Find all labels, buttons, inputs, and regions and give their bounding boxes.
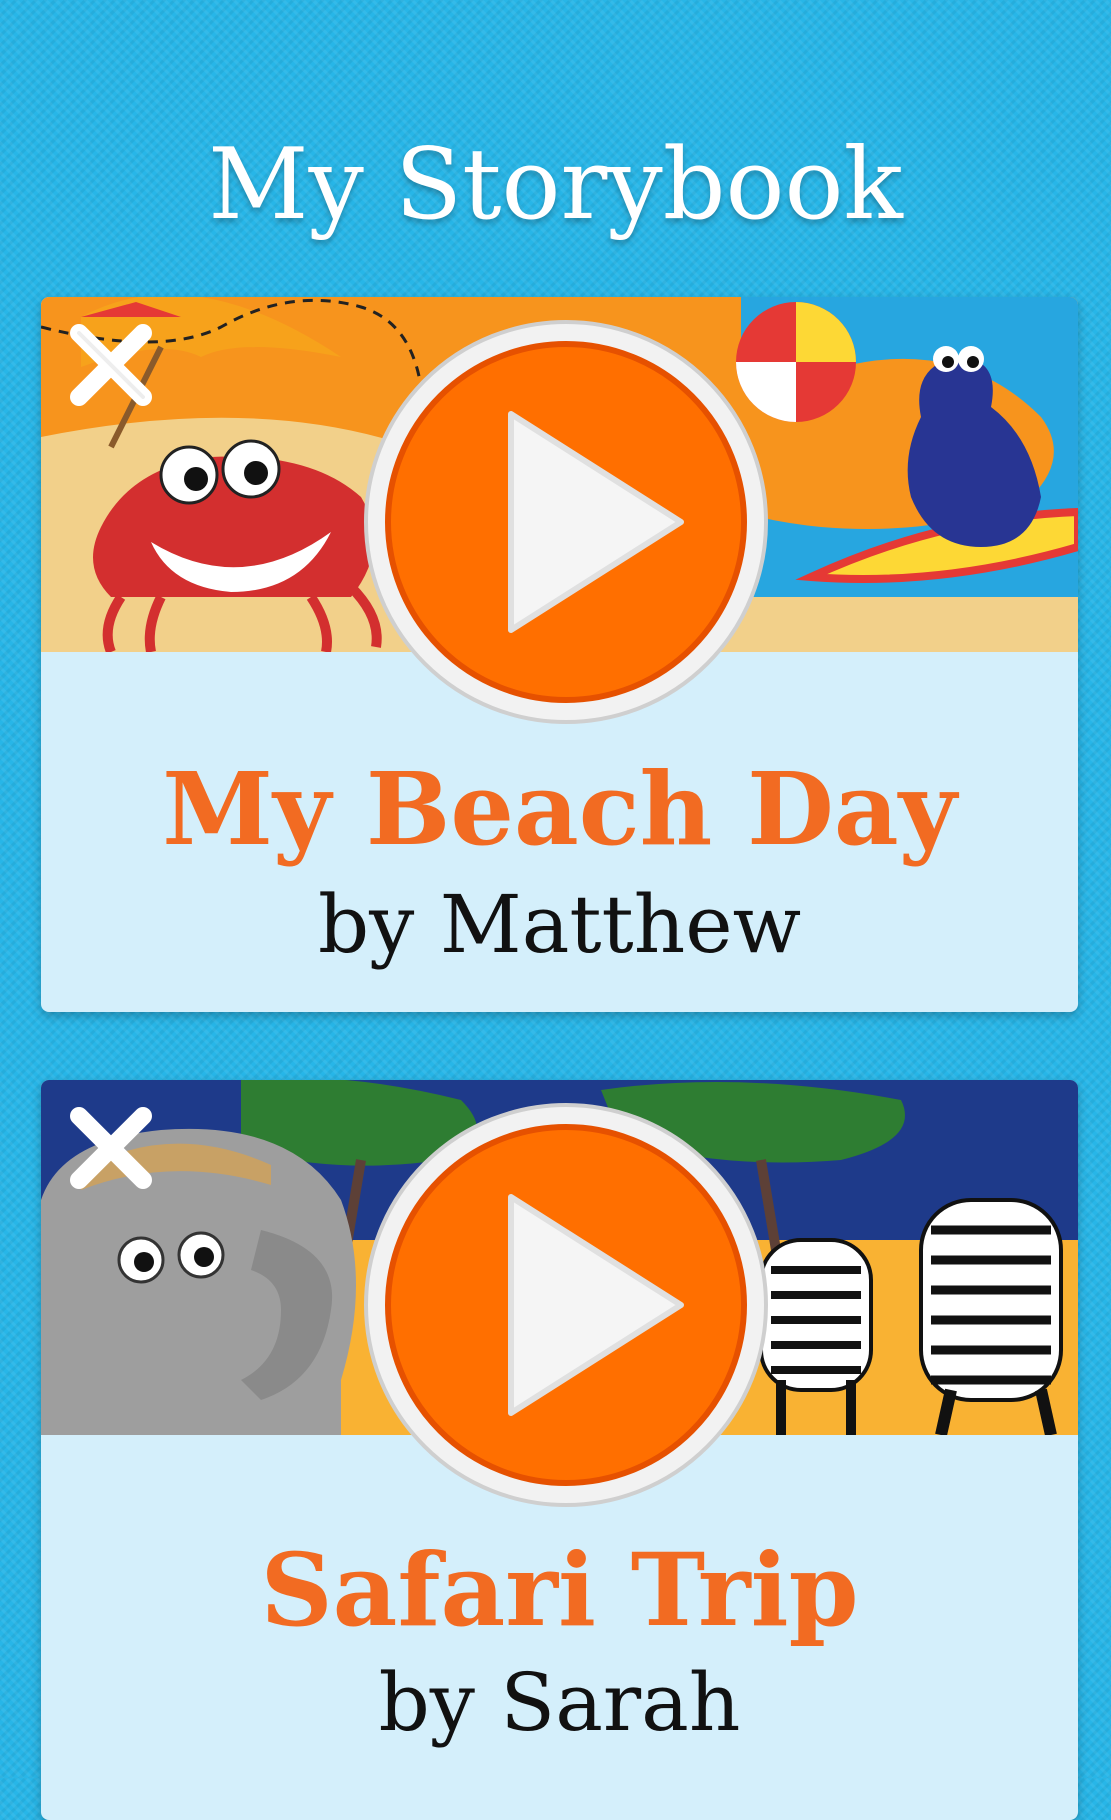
delete-story-button[interactable] xyxy=(61,1098,161,1198)
story-title: Safari Trip xyxy=(260,1531,859,1649)
close-icon xyxy=(70,324,152,406)
story-author: by Matthew xyxy=(317,878,802,971)
play-story-button[interactable] xyxy=(363,1102,769,1508)
story-author: by Sarah xyxy=(378,1656,741,1749)
delete-story-button[interactable] xyxy=(61,315,161,415)
story-title: My Beach Day xyxy=(162,750,957,868)
play-icon xyxy=(364,320,768,724)
story-card-safari[interactable]: Safari Trip by Sarah xyxy=(41,1080,1078,1820)
page-title: My Storybook xyxy=(208,128,903,242)
close-icon xyxy=(70,1107,152,1189)
story-card-beach[interactable]: My Beach Day by Matthew xyxy=(41,297,1078,1012)
play-story-button[interactable] xyxy=(363,319,769,725)
play-icon xyxy=(364,1103,768,1507)
